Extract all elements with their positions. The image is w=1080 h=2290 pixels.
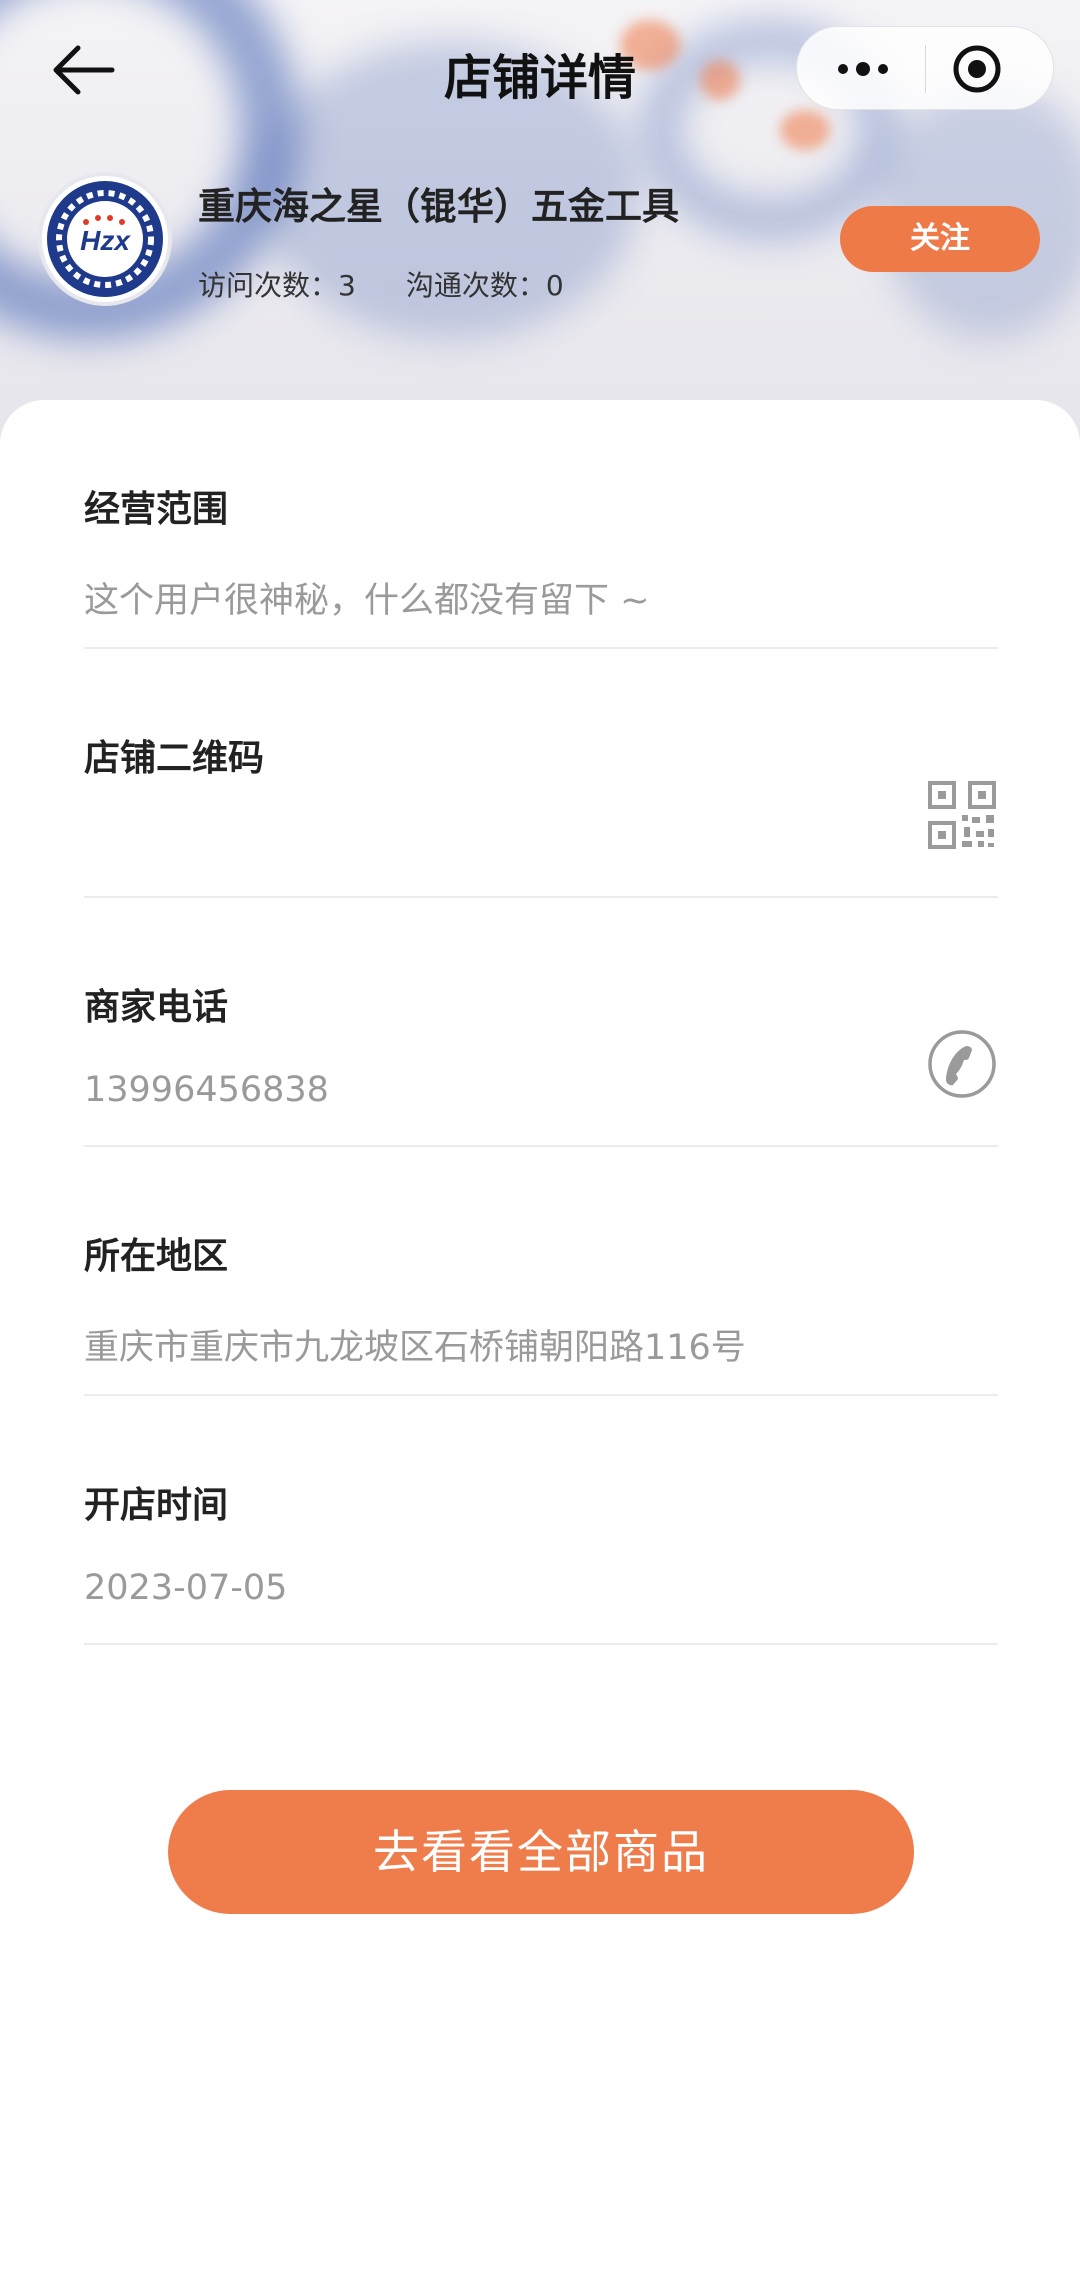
phone-icon[interactable] [926, 1028, 998, 1100]
view-all-products-button[interactable]: 去看看全部商品 [168, 1790, 914, 1914]
contact-label: 沟通次数： [405, 269, 546, 302]
section-title: 所在地区 [84, 1236, 229, 1277]
section-title: 商家电话 [84, 987, 229, 1028]
close-button[interactable] [949, 41, 1005, 97]
shop-name: 重庆海之星（锟华）五金工具 [198, 185, 679, 228]
shop-logo: Hzx [38, 172, 172, 306]
visit-count: 3 [338, 269, 356, 302]
shop-stats: 访问次数：3 沟通次数：0 [198, 264, 564, 304]
section-title: 开店时间 [84, 1485, 229, 1526]
navigation-bar: 店铺详情 [0, 20, 1080, 120]
capsule-divider [925, 45, 926, 93]
more-button[interactable] [823, 47, 903, 91]
target-circle-icon [953, 45, 1001, 93]
contact-count: 0 [545, 269, 564, 302]
more-dots-icon [838, 62, 888, 76]
qr-code-section[interactable]: 店铺二维码 [84, 649, 998, 898]
region-section: 所在地区 重庆市重庆市九龙坡区石桥铺朝阳路116号 [84, 1147, 998, 1396]
visit-label: 访问次数： [198, 269, 339, 302]
opening-date-section: 开店时间 2023-07-05 [84, 1396, 998, 1645]
opening-date: 2023-07-05 [84, 1568, 288, 1608]
logo-text: Hzx [80, 225, 131, 256]
business-scope-section: 经营范围 这个用户很神秘，什么都没有留下 ~ [84, 400, 998, 649]
section-title: 经营范围 [84, 489, 229, 530]
section-title: 店铺二维码 [84, 738, 265, 779]
phone-number[interactable]: 13996456838 [84, 1070, 329, 1110]
mini-program-capsule [796, 26, 1054, 110]
shop-detail-card: 经营范围 这个用户很神秘，什么都没有留下 ~ 店铺二维码 商家电话 139964… [0, 400, 1080, 2290]
region-address: 重庆市重庆市九龙坡区石桥铺朝阳路116号 [84, 1328, 746, 1368]
follow-button[interactable]: 关注 [840, 206, 1040, 272]
business-scope-value: 这个用户很神秘，什么都没有留下 ~ [84, 581, 650, 621]
merchant-phone-section: 商家电话 13996456838 [84, 898, 998, 1147]
qr-code-icon[interactable] [926, 779, 998, 851]
